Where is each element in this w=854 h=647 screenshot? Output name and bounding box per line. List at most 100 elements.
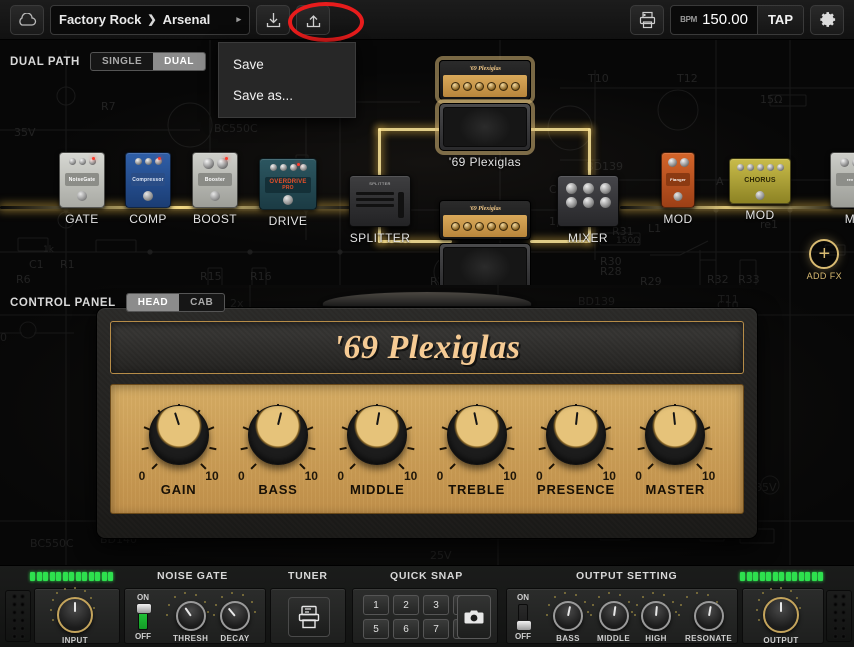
path-mode-switch[interactable]: SINGLE DUAL [89,52,206,71]
snap-slot-3[interactable]: 3 [423,595,449,615]
knob-input[interactable]: INPUT [50,587,95,645]
noise-gate-switch-knob[interactable] [136,603,152,614]
knob-middle[interactable]: 0 10 MIDDLE [329,402,425,497]
knob-out-bass[interactable]: BASS [546,592,589,643]
pedal-slot-mixer[interactable]: MIXER [556,175,620,245]
noise-gate-switch-track[interactable] [136,603,152,630]
output-switch-track[interactable] [516,604,532,631]
view-mode-cab[interactable]: CAB [179,294,224,311]
knob-output-dial[interactable] [763,597,799,633]
snap-slot-1[interactable]: 1 [363,595,389,615]
amp-top-label: '69 Plexiglas [448,155,522,169]
knob-out-high[interactable]: HIGH [634,592,677,643]
knob-thresh[interactable]: THRESH [166,592,209,643]
preset-dropdown-arrow[interactable]: ▸ [236,14,241,25]
menu-item-save[interactable]: Save [219,49,355,80]
amp-unit-bottom[interactable]: '69 Plexiglas [439,200,531,285]
pedal-slot-mod1[interactable]: Flanger MOD [648,152,708,226]
pedal-gate[interactable]: NoiseGate [59,152,105,208]
pedal-slot-splitter[interactable]: SPLITTER SPLITTER [348,175,412,245]
knob-decay-dial[interactable] [220,601,250,631]
knob-treble-dial[interactable] [446,404,507,465]
knob-presence-dial[interactable] [545,404,606,465]
noise-gate-rack: ON OFF THRESH DECAY [124,588,266,644]
camera-icon[interactable] [457,595,491,639]
amp-cab-top[interactable] [439,103,531,151]
pedal-slot-gate[interactable]: NoiseGate GATE [52,152,112,226]
knob-out-resonate-dial[interactable] [693,601,724,631]
amp-head-bottom[interactable]: '69 Plexiglas [439,200,531,240]
pedal-slot-comp[interactable]: Compressor COMP [118,152,178,226]
knob-master[interactable]: 0 10 MASTER [627,402,723,497]
knob-out-bass-dial[interactable] [553,601,583,631]
knob-out-high-dial[interactable] [641,601,671,631]
knob-gain[interactable]: 0 10 GAIN [131,402,227,497]
bpm-display[interactable]: BPM 150.00 [671,6,757,34]
pedal-drive[interactable]: OVERDRIVE PRO [259,158,317,210]
cloud-icon[interactable] [10,4,44,35]
pedal-comp[interactable]: Compressor [125,152,171,208]
pedal-mod-reverb[interactable]: rev [830,152,854,208]
module-mixer[interactable] [557,175,619,227]
input-jack[interactable] [5,590,31,642]
knob-output[interactable]: OUTPUT [756,587,801,645]
pedal-comp-plate: Compressor [131,173,165,186]
bpm-control[interactable]: BPM 150.00 TAP [670,4,804,35]
snap-slot-7[interactable]: 7 [423,619,449,639]
amp-head-top[interactable]: '69 Plexiglas [439,60,531,100]
module-splitter[interactable]: SPLITTER [349,175,411,227]
knob-out-resonate-label: RESONATE [685,634,733,643]
output-switch-knob[interactable] [516,620,532,631]
path-mode-dual[interactable]: DUAL [153,53,205,70]
path-mode-single[interactable]: SINGLE [91,53,153,70]
svg-text:15Ω: 15Ω [760,93,782,106]
knob-bass-dial[interactable] [247,404,308,465]
pedal-gate-label: GATE [65,212,99,226]
noise-gate-toggle[interactable]: ON OFF [135,593,152,641]
knob-master-dial[interactable] [645,404,706,465]
chevron-right-icon: ❯ [147,14,157,26]
upload-load-icon[interactable] [296,4,330,35]
knob-thresh-dial[interactable] [175,601,206,631]
pedal-slot-mod2[interactable]: CHORUS MOD [726,158,794,222]
amp-slot-top[interactable]: '69 Plexiglas '69 Plexiglas [438,60,532,169]
knob-gain-dial[interactable] [148,404,209,465]
pedal-mod-chorus[interactable]: CHORUS [729,158,791,204]
amp-cab-bottom[interactable] [439,243,531,285]
bpm-label: BPM [680,15,698,24]
knob-bass[interactable]: 0 10 BASS [230,402,326,497]
tuner-icon[interactable] [288,597,330,637]
knob-out-middle-dial[interactable] [598,601,629,631]
view-mode-switch[interactable]: HEAD CAB [125,293,226,312]
pedal-slot-boost[interactable]: Booster BOOST [185,152,245,226]
knob-out-middle[interactable]: MIDDLE [590,592,633,643]
snap-slot-5[interactable]: 5 [363,619,389,639]
knob-presence[interactable]: 0 10 PRESENCE [528,402,624,497]
menu-item-save-as[interactable]: Save as... [219,80,355,111]
gear-icon[interactable] [810,4,844,35]
snap-slot-6[interactable]: 6 [393,619,419,639]
output-setting-toggle[interactable]: ON OFF [515,593,532,641]
pedal-slot-mod3[interactable]: rev M [828,152,854,226]
knob-input-dial[interactable] [57,597,93,633]
snap-slot-2[interactable]: 2 [393,595,419,615]
download-save-icon[interactable] [256,4,290,35]
splitter-label: SPLITTER [349,231,411,245]
tap-tempo-button[interactable]: TAP [756,5,803,34]
knob-decay-label: DECAY [220,634,250,643]
plus-icon[interactable]: + [809,239,840,269]
printer-icon[interactable] [630,4,665,35]
amp-slot-bottom[interactable]: '69 Plexiglas '69 Plexiglas [438,200,532,285]
knob-treble[interactable]: 0 10 TREBLE [429,402,525,497]
amp-unit-top[interactable]: '69 Plexiglas [439,60,531,151]
pedal-mod-flanger[interactable]: Flanger [661,152,695,208]
preset-selector[interactable]: Factory Rock ❯ Arsenal ▸ [50,4,250,35]
pedal-slot-drive[interactable]: OVERDRIVE PRO DRIVE [256,158,320,228]
knob-middle-dial[interactable] [347,404,408,465]
view-mode-head[interactable]: HEAD [126,294,180,311]
knob-out-resonate[interactable]: RESONATE [678,592,733,643]
output-jack[interactable] [826,590,852,642]
add-fx-button[interactable]: + ADD FX [807,239,842,281]
knob-decay[interactable]: DECAY [213,592,256,643]
pedal-boost[interactable]: Booster [192,152,238,208]
